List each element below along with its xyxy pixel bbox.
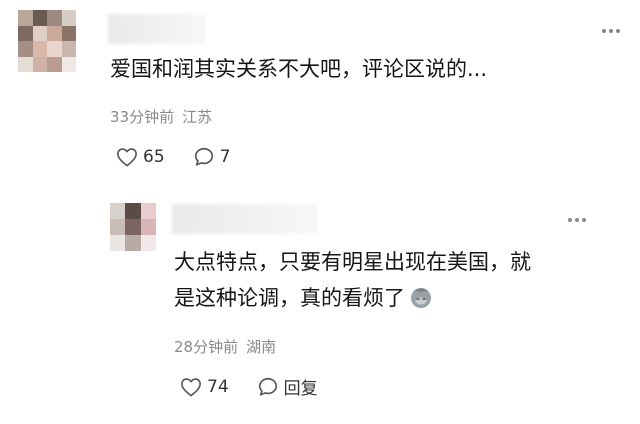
like-button[interactable]: 74 <box>180 377 229 397</box>
comment-2: 大点特点，只要有明星出现在美国，就 是这种论调，真的看烦了 28分钟前 湖南 74… <box>0 190 640 424</box>
reply-label: 回复 <box>283 379 318 399</box>
comment-text-line-2-content: 是这种论调，真的看烦了 <box>174 286 405 310</box>
heart-outline-icon <box>117 148 137 167</box>
comment-location: 江苏 <box>182 108 213 126</box>
comment-meta: 28分钟前 湖南 <box>174 336 276 357</box>
comment-text-line-2: 是这种论调，真的看烦了 <box>174 281 434 315</box>
facepalm-emoji-icon <box>411 288 431 308</box>
comment-text-line-1: 大点特点，只要有明星出现在美国，就 <box>174 250 531 274</box>
reply-button[interactable]: 7 <box>193 146 231 168</box>
comment-1: 爱国和润其实关系不大吧，评论区说的... 33分钟前 江苏 65 7 <box>0 0 640 190</box>
username-blurred[interactable] <box>172 204 318 234</box>
comment-actions: 74 回复 <box>180 374 318 399</box>
comment-text: 爱国和润其实关系不大吧，评论区说的... <box>110 57 488 81</box>
avatar[interactable] <box>110 203 156 251</box>
three-dots-icon[interactable] <box>568 217 586 223</box>
three-dots-icon[interactable] <box>602 28 620 34</box>
comment-time: 28分钟前 <box>174 338 239 356</box>
reply-count: 7 <box>219 147 231 167</box>
comment-time: 33分钟前 <box>110 108 175 126</box>
avatar[interactable] <box>18 10 76 72</box>
comment-location: 湖南 <box>246 338 277 356</box>
like-button[interactable]: 65 <box>116 147 165 167</box>
reply-button[interactable]: 回复 <box>257 374 318 399</box>
like-count: 74 <box>207 376 229 397</box>
username-blurred[interactable] <box>108 14 206 44</box>
comment-meta: 33分钟前 江苏 <box>110 106 212 127</box>
speech-bubble-icon <box>194 147 213 166</box>
like-count: 65 <box>143 147 165 167</box>
comment-actions: 65 7 <box>116 146 230 168</box>
speech-bubble-icon <box>258 377 277 396</box>
heart-outline-icon <box>181 377 201 396</box>
